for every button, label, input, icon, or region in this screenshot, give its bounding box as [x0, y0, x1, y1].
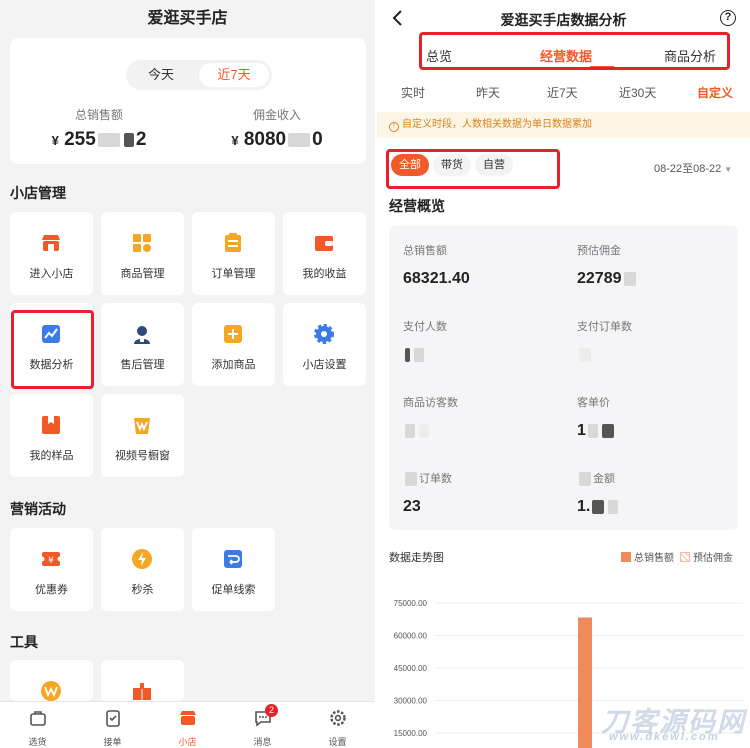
tile-tool-books[interactable] — [101, 660, 184, 701]
tile-product-management[interactable]: 商品管理 — [101, 212, 184, 295]
metric-order-count: 订单数 23 — [403, 472, 452, 516]
filter-realtime[interactable]: 实时 — [401, 84, 425, 101]
bar-total-sales — [578, 617, 592, 748]
tab-messages[interactable]: 2 消息 — [225, 702, 300, 748]
bottom-tab-bar: 选货 接单 小店 2 消息 设置 — [0, 701, 375, 748]
coupon-icon: ¥ — [40, 552, 62, 566]
customer-service-icon — [134, 326, 150, 344]
filter-yesterday[interactable]: 昨天 — [476, 84, 500, 101]
lightning-icon — [132, 549, 152, 569]
y-tick-label: 45000.00 — [394, 664, 428, 673]
highlight-tabs — [419, 32, 730, 70]
highlight-data-analysis — [11, 310, 94, 389]
tile-order-management[interactable]: 订单管理 — [192, 212, 275, 295]
analysis-title: 爱逛买手店数据分析 — [500, 12, 627, 28]
leads-icon — [224, 550, 242, 568]
commission-stat: 佣金收入 ¥ 8080 0 — [188, 106, 366, 151]
tile-promo-leads[interactable]: 促单线索 — [192, 528, 275, 611]
tab-shop[interactable]: 小店 — [150, 702, 225, 748]
commission-value: ¥ 8080 0 — [231, 129, 323, 150]
total-sales-value: ¥ 255 2 — [51, 129, 147, 150]
plus-box-icon — [224, 325, 242, 343]
shop-panel: 爱逛买手店 今天 近7天 总销售额 ¥ 255 2 佣金收入 ¥ 8080 0 小店… — [0, 0, 375, 748]
commission-label: 佣金收入 — [252, 108, 301, 122]
video-channel-icon — [134, 418, 150, 434]
y-tick-label: 60000.00 — [394, 632, 428, 641]
analysis-panel: 爱逛买手店数据分析 ? 总览 经营数据 商品分析 实时 昨天 近7天 近30天 … — [377, 0, 750, 748]
tile-coupon[interactable]: ¥ 优惠券 — [10, 528, 93, 611]
trend-chart-title: 数据走势图 — [389, 552, 444, 564]
y-tick-label: 15000.00 — [394, 729, 428, 738]
svg-text:¥: ¥ — [48, 556, 54, 566]
info-icon: ! — [389, 122, 399, 132]
filter-30days[interactable]: 近30天 — [619, 84, 656, 101]
legend-swatch-sales — [621, 551, 631, 562]
date-range-picker[interactable]: 08-22至08-22 ▼ — [654, 160, 732, 176]
period-switch: 今天 近7天 — [126, 60, 272, 90]
legend-commission: 预估佣金 — [693, 553, 733, 564]
total-sales-label: 总销售额 — [74, 108, 123, 122]
overview-heading: 经营概览 — [389, 198, 445, 214]
custom-period-notice: ! 自定义时段，人数相关数据为单日数据累加 — [377, 112, 750, 138]
tile-shop-settings[interactable]: 小店设置 — [283, 303, 366, 386]
y-tick-label: 30000.00 — [394, 697, 428, 706]
tile-flash-sale[interactable]: 秒杀 — [101, 528, 184, 611]
metric-avg-order-value: 客单价 1 — [577, 394, 737, 440]
wallet-icon — [315, 236, 333, 251]
message-badge: 2 — [265, 704, 278, 717]
metric-product-visitors: 商品访客数 — [403, 394, 563, 440]
video-channel-icon — [41, 681, 61, 701]
legend-sales: 总销售额 — [634, 553, 674, 564]
tile-after-sales[interactable]: 售后管理 — [101, 303, 184, 386]
metric-total-sales: 总销售额 68321.40 — [403, 245, 470, 287]
tile-add-product[interactable]: 添加商品 — [192, 303, 275, 386]
analysis-header: 爱逛买手店数据分析 ? — [377, 0, 750, 36]
tools-heading: 工具 — [10, 634, 38, 650]
checklist-icon — [105, 710, 120, 727]
filter-custom[interactable]: 自定义 — [697, 84, 733, 101]
metric-amount: 金额 1. — [577, 470, 737, 516]
time-filter-row: 实时 昨天 近7天 近30天 自定义 — [377, 78, 750, 108]
product-grid-icon — [133, 234, 151, 252]
watermark-url: www.dkewl.com — [609, 731, 720, 743]
bookmark-box-icon — [42, 416, 60, 434]
period-today[interactable]: 今天 — [126, 60, 196, 90]
book-icon — [133, 683, 151, 700]
bag-icon — [29, 711, 46, 726]
tile-video-showcase[interactable]: 视频号橱窗 — [101, 394, 184, 477]
chart-legend: 总销售额 预估佣金 — [621, 549, 739, 564]
caret-down-icon: ▼ — [724, 165, 733, 174]
gear-icon — [329, 710, 346, 726]
shop-title: 爱逛买手店 — [147, 10, 228, 27]
help-icon[interactable]: ? — [720, 10, 736, 26]
tile-enter-shop[interactable]: 进入小店 — [10, 212, 93, 295]
metric-estimated-commission: 预估佣金 22789 — [577, 242, 737, 288]
tile-tool-video[interactable] — [10, 660, 93, 701]
filter-7days[interactable]: 近7天 — [547, 84, 578, 101]
tab-select-goods[interactable]: 选货 — [0, 702, 75, 748]
metric-paid-orders: 支付订单数 — [577, 318, 737, 364]
period-7days[interactable]: 近7天 — [199, 63, 269, 87]
total-sales-stat: 总销售额 ¥ 255 2 — [10, 106, 188, 151]
y-tick-label: 75000.00 — [394, 599, 428, 608]
shop-icon — [179, 711, 196, 725]
metric-paying-users: 支付人数 — [403, 318, 563, 364]
overview-card: 总销售额 68321.40 预估佣金 22789 支付人数 支付订单数 商品访客… — [389, 226, 738, 530]
marketing-heading: 营销活动 — [10, 501, 66, 517]
gear-icon — [314, 324, 334, 344]
tile-my-earnings[interactable]: 我的收益 — [283, 212, 366, 295]
shop-management-heading: 小店管理 — [10, 185, 66, 201]
shop-icon — [42, 235, 60, 251]
tile-my-samples[interactable]: 我的样品 — [10, 394, 93, 477]
sales-summary-card: 今天 近7天 总销售额 ¥ 255 2 佣金收入 ¥ 8080 0 — [10, 38, 366, 164]
tab-settings[interactable]: 设置 — [300, 702, 375, 748]
legend-swatch-commission — [680, 551, 690, 562]
clipboard-icon — [225, 233, 241, 252]
highlight-chips — [386, 149, 560, 189]
tab-take-orders[interactable]: 接单 — [75, 702, 150, 748]
